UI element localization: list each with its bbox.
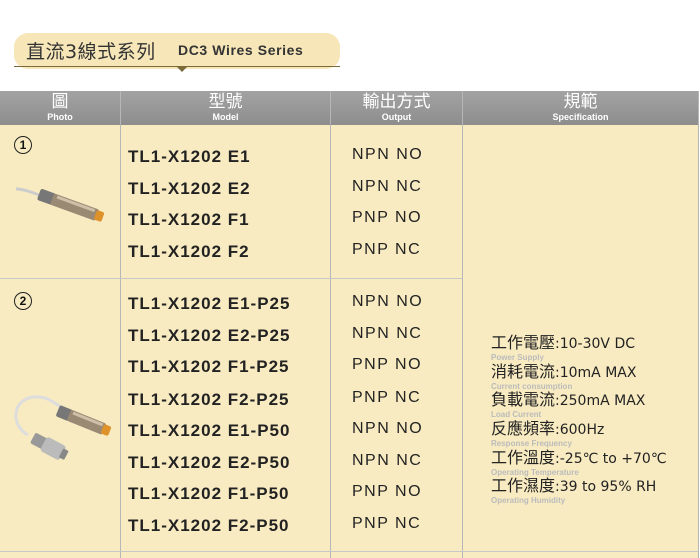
header-output: 輸出方式 Output xyxy=(331,91,462,125)
group-divider xyxy=(0,551,698,552)
output-cell: PNP NC xyxy=(352,241,422,258)
model-cell: TL1-X1202 F2-P50 xyxy=(128,516,290,535)
spec-item: 工作濕度:39 to 95% RH Operating Humidity xyxy=(491,477,656,505)
model-cell: TL1-X1202 F1-P25 xyxy=(128,357,290,376)
spec-value: :600Hz xyxy=(555,422,605,438)
output-cell: PNP NO xyxy=(352,209,423,226)
model-cell: TL1-X1202 E2 xyxy=(128,179,251,198)
column-divider xyxy=(462,91,463,558)
spec-label: 工作濕度 xyxy=(491,476,556,495)
spec-item: 工作溫度:-25℃ to +70℃ Operating Temperature xyxy=(491,449,667,477)
section-title-badge: 直流3線式系列 DC3 Wires Series xyxy=(14,33,340,72)
spec-sub-label: Power Supply xyxy=(491,353,544,362)
spec-item: 負載電流:250mA MAX Load Current xyxy=(491,391,645,419)
output-cell: PNP NC xyxy=(352,389,422,406)
section-title-zh: 直流3線式系列 xyxy=(26,41,156,63)
product-table: 圖 Photo 型號 Model 輸出方式 Output 規範 Specific… xyxy=(0,91,700,558)
model-cell: TL1-X1202 F1 xyxy=(128,210,250,229)
spec-sub-label: Load Current xyxy=(491,410,542,419)
output-cell: PNP NO xyxy=(352,483,423,500)
header-photo-en: Photo xyxy=(47,112,73,122)
section-title-en: DC3 Wires Series xyxy=(178,42,304,58)
spec-value: :39 to 95% RH xyxy=(555,479,657,495)
spec-sub-label: Response Frequency xyxy=(491,439,572,448)
spec-label: 反應頻率 xyxy=(491,419,556,438)
model-cell: TL1-X1202 F2-P25 xyxy=(128,390,290,409)
sensor-photo-connector xyxy=(14,395,112,460)
header-spec-zh: 規範 xyxy=(563,92,598,112)
model-cell: TL1-X1202 F1-P50 xyxy=(128,484,290,503)
spec-label: 工作溫度 xyxy=(491,448,556,467)
model-cell: TL1-X1202 E2-P25 xyxy=(128,326,291,345)
column-divider xyxy=(330,91,331,558)
spec-item: 反應頻率:600Hz Response Frequency xyxy=(491,420,604,448)
model-cell: TL1-X1202 E2-P50 xyxy=(128,453,291,472)
column-divider xyxy=(120,91,121,558)
spec-item: 工作電壓:10-30V DC Power Supply xyxy=(491,334,635,362)
spec-value: :10mA MAX xyxy=(555,365,637,381)
output-cell: PNP NO xyxy=(352,356,423,373)
model-cell: TL1-X1202 E1-P50 xyxy=(128,421,291,440)
spec-item: 消耗電流:10mA MAX Current consumption xyxy=(491,363,636,391)
spec-value: :250mA MAX xyxy=(555,393,646,409)
header-photo-zh: 圖 xyxy=(51,92,69,112)
spec-sub-label: Operating Humidity xyxy=(491,496,566,505)
output-cell: NPN NC xyxy=(352,325,423,342)
title-pointer xyxy=(176,66,188,72)
output-cell: NPN NO xyxy=(352,146,424,163)
spec-value: :10-30V DC xyxy=(555,336,635,352)
model-cell: TL1-X1202 E1 xyxy=(128,147,251,166)
spec-label: 消耗電流 xyxy=(491,362,556,381)
group-number-badge: 2 xyxy=(14,292,32,310)
group-number-badge: 1 xyxy=(14,136,32,154)
header-spec-en: Specification xyxy=(552,112,609,122)
spec-label: 負載電流 xyxy=(491,390,556,409)
header-output-zh: 輸出方式 xyxy=(362,92,431,112)
table-right-border xyxy=(698,91,699,558)
group-divider xyxy=(0,278,462,279)
output-cell: NPN NC xyxy=(352,178,423,195)
spec-label: 工作電壓 xyxy=(491,333,556,352)
header-model-en: Model xyxy=(212,112,239,122)
header-output-en: Output xyxy=(381,112,412,122)
spec-value: :-25℃ to +70℃ xyxy=(555,451,667,467)
output-cell: PNP NC xyxy=(352,515,422,532)
output-cell: NPN NO xyxy=(352,293,424,310)
header-model-zh: 型號 xyxy=(208,92,243,112)
header-photo: 圖 Photo xyxy=(0,91,120,125)
sensor-photo-short-cable xyxy=(15,187,105,222)
header-model: 型號 Model xyxy=(121,91,330,125)
output-cell: NPN NO xyxy=(352,420,424,437)
output-cell: NPN NC xyxy=(352,452,423,469)
header-spec: 規範 Specification xyxy=(463,91,698,125)
model-cell: TL1-X1202 E1-P25 xyxy=(128,294,291,313)
model-cell: TL1-X1202 F2 xyxy=(128,242,250,261)
